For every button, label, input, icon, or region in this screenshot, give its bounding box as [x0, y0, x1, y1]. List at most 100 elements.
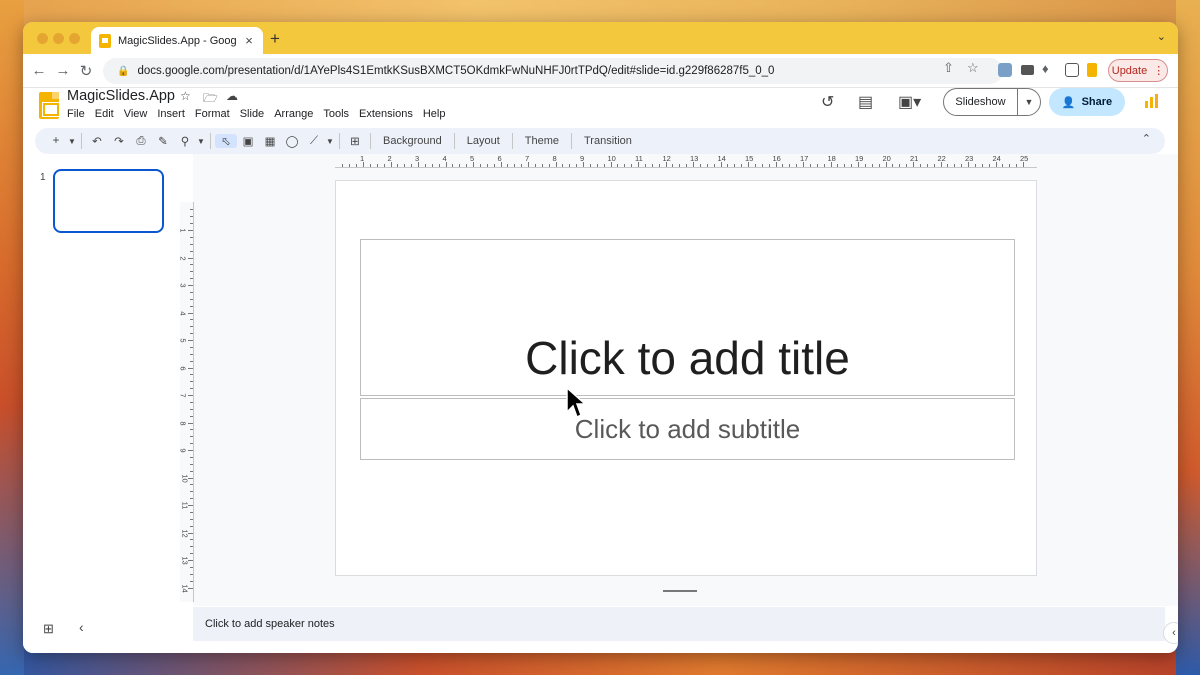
background-button[interactable]: Background	[375, 135, 450, 147]
slide-canvas[interactable]: Click to add title Click to add subtitle	[335, 180, 1037, 576]
ruler-tick	[514, 164, 516, 167]
hide-filmstrip-chevron-icon[interactable]: ‹	[79, 619, 84, 635]
magicslides-addon-icon[interactable]	[1143, 93, 1159, 109]
ruler-tick	[796, 164, 798, 167]
menu-format[interactable]: Format	[195, 108, 230, 120]
add-comment-icon[interactable]: ⊞	[344, 134, 366, 148]
line-dropdown-icon[interactable]: ▼	[325, 137, 335, 146]
tab-search-chevron-icon[interactable]: ⌄	[1157, 30, 1166, 43]
collapse-menus-chevron-icon[interactable]: ⌃	[1142, 132, 1151, 145]
share-button[interactable]: 👤 Share	[1049, 88, 1125, 116]
minimize-window-button[interactable]	[53, 33, 64, 44]
select-cursor-icon[interactable]: ⬁	[215, 134, 237, 148]
speaker-notes-panel[interactable]: Click to add speaker notes	[193, 607, 1165, 641]
version-history-icon[interactable]: ↺	[821, 92, 834, 112]
slide-thumbnail[interactable]	[53, 169, 164, 233]
ruler-label: 1	[178, 228, 188, 233]
slideshow-button[interactable]: Slideshow ▼	[943, 88, 1041, 116]
address-bar-row: ← → ↻ 🔒 docs.google.com/presentation/d/1…	[23, 54, 1178, 88]
menu-help[interactable]: Help	[423, 108, 446, 120]
star-icon[interactable]: ☆	[180, 89, 191, 103]
reload-icon[interactable]: ↻	[78, 62, 94, 80]
menu-insert[interactable]: Insert	[157, 108, 185, 120]
update-button[interactable]: Update ⋮	[1108, 59, 1168, 82]
paint-format-icon[interactable]: ✎	[152, 134, 174, 148]
layout-button[interactable]: Layout	[459, 135, 508, 147]
close-window-button[interactable]	[37, 33, 48, 44]
ruler-tick	[596, 164, 598, 167]
undo-icon[interactable]: ↶	[86, 134, 108, 148]
cloud-status-icon[interactable]: ☁	[226, 89, 238, 103]
share-page-icon[interactable]: ⇧	[943, 60, 954, 76]
insert-image-icon[interactable]: ▦	[259, 134, 281, 148]
grid-view-icon[interactable]: ⊞	[43, 621, 54, 637]
ruler-tick	[188, 532, 193, 534]
extension-magicslides-icon[interactable]	[1087, 63, 1097, 77]
horizontal-ruler[interactable]: 1 2 3 4 5 6 7 8 9 10 11 12 13 14 15 16 17 18 19 20 21 22 23 24 2…	[335, 154, 1037, 168]
ruler-tick	[947, 164, 949, 167]
ruler-tick	[188, 422, 193, 424]
document-title[interactable]: MagicSlides.App	[67, 88, 175, 104]
vertical-ruler[interactable]: 1 2 3 4 5 6 7 8 9 10 11 12 13 14	[178, 202, 194, 602]
title-placeholder-box[interactable]: Click to add title	[360, 239, 1015, 396]
ruler-tick	[638, 162, 639, 167]
ruler-tick	[342, 164, 344, 167]
slideshow-label[interactable]: Slideshow	[944, 89, 1018, 115]
meet-video-icon[interactable]: ▣▾	[898, 92, 921, 112]
ruler-label: 9	[178, 448, 188, 453]
subtitle-placeholder-box[interactable]: Click to add subtitle	[360, 398, 1015, 460]
forward-arrow-icon[interactable]: →	[55, 62, 71, 79]
notes-resize-handle[interactable]	[663, 590, 697, 592]
transition-button[interactable]: Transition	[576, 135, 640, 147]
extension-image-icon[interactable]	[998, 63, 1012, 77]
ruler-tick	[521, 164, 523, 167]
ruler-tick	[631, 164, 633, 167]
ruler-tick	[892, 164, 894, 167]
print-icon[interactable]: ⎙	[130, 135, 152, 148]
comments-icon[interactable]: ▤	[858, 92, 873, 112]
back-arrow-icon[interactable]: ←	[31, 62, 47, 79]
extension-camera-icon[interactable]	[1021, 65, 1034, 75]
zoom-window-button[interactable]	[69, 33, 80, 44]
new-slide-dropdown-icon[interactable]: ▼	[67, 137, 77, 146]
ruler-tick	[583, 162, 584, 167]
ruler-tick	[1023, 162, 1024, 167]
ruler-tick	[188, 560, 193, 561]
ruler-tick	[555, 162, 557, 167]
browser-tab[interactable]: MagicSlides.App - Google Slides ×	[91, 27, 263, 54]
ruler-tick	[190, 305, 193, 307]
close-tab-icon[interactable]: ×	[243, 33, 255, 48]
extensions-puzzle-icon[interactable]: ♦	[1042, 61, 1049, 76]
ruler-tick	[356, 164, 358, 167]
ruler-label: 3	[178, 283, 188, 288]
ruler-tick	[188, 257, 193, 259]
theme-button[interactable]: Theme	[517, 135, 567, 147]
ruler-tick	[190, 250, 193, 252]
slideshow-dropdown-icon[interactable]: ▼	[1018, 97, 1040, 107]
new-tab-button[interactable]: +	[270, 29, 280, 49]
redo-icon[interactable]: ↷	[108, 134, 130, 148]
side-panel-toggle-icon[interactable]: ‹	[1163, 622, 1178, 644]
ruler-tick	[720, 162, 722, 167]
ruler-tick	[473, 162, 474, 167]
zoom-icon[interactable]: ⚲	[174, 134, 196, 148]
menu-view[interactable]: View	[124, 108, 148, 120]
shape-icon[interactable]: ◯	[281, 134, 303, 148]
slides-logo-icon[interactable]	[39, 92, 60, 119]
menu-tools[interactable]: Tools	[323, 108, 349, 120]
move-folder-icon[interactable]: 🗁	[203, 89, 218, 110]
side-panel-icon[interactable]	[1065, 63, 1079, 77]
speaker-notes-placeholder: Click to add speaker notes	[205, 618, 335, 630]
menu-edit[interactable]: Edit	[95, 108, 114, 120]
line-icon[interactable]: ⟋	[303, 135, 325, 148]
text-box-icon[interactable]: ▣	[237, 134, 259, 148]
menu-file[interactable]: File	[67, 108, 85, 120]
omnibox[interactable]: 🔒 docs.google.com/presentation/d/1AYePls…	[103, 58, 1003, 84]
menu-arrange[interactable]: Arrange	[274, 108, 313, 120]
menu-slide[interactable]: Slide	[240, 108, 264, 120]
ruler-tick	[734, 164, 736, 167]
zoom-dropdown-icon[interactable]: ▼	[196, 137, 206, 146]
new-slide-icon[interactable]: +	[45, 135, 67, 147]
menu-extensions[interactable]: Extensions	[359, 108, 413, 120]
bookmark-star-icon[interactable]: ☆	[967, 60, 979, 76]
